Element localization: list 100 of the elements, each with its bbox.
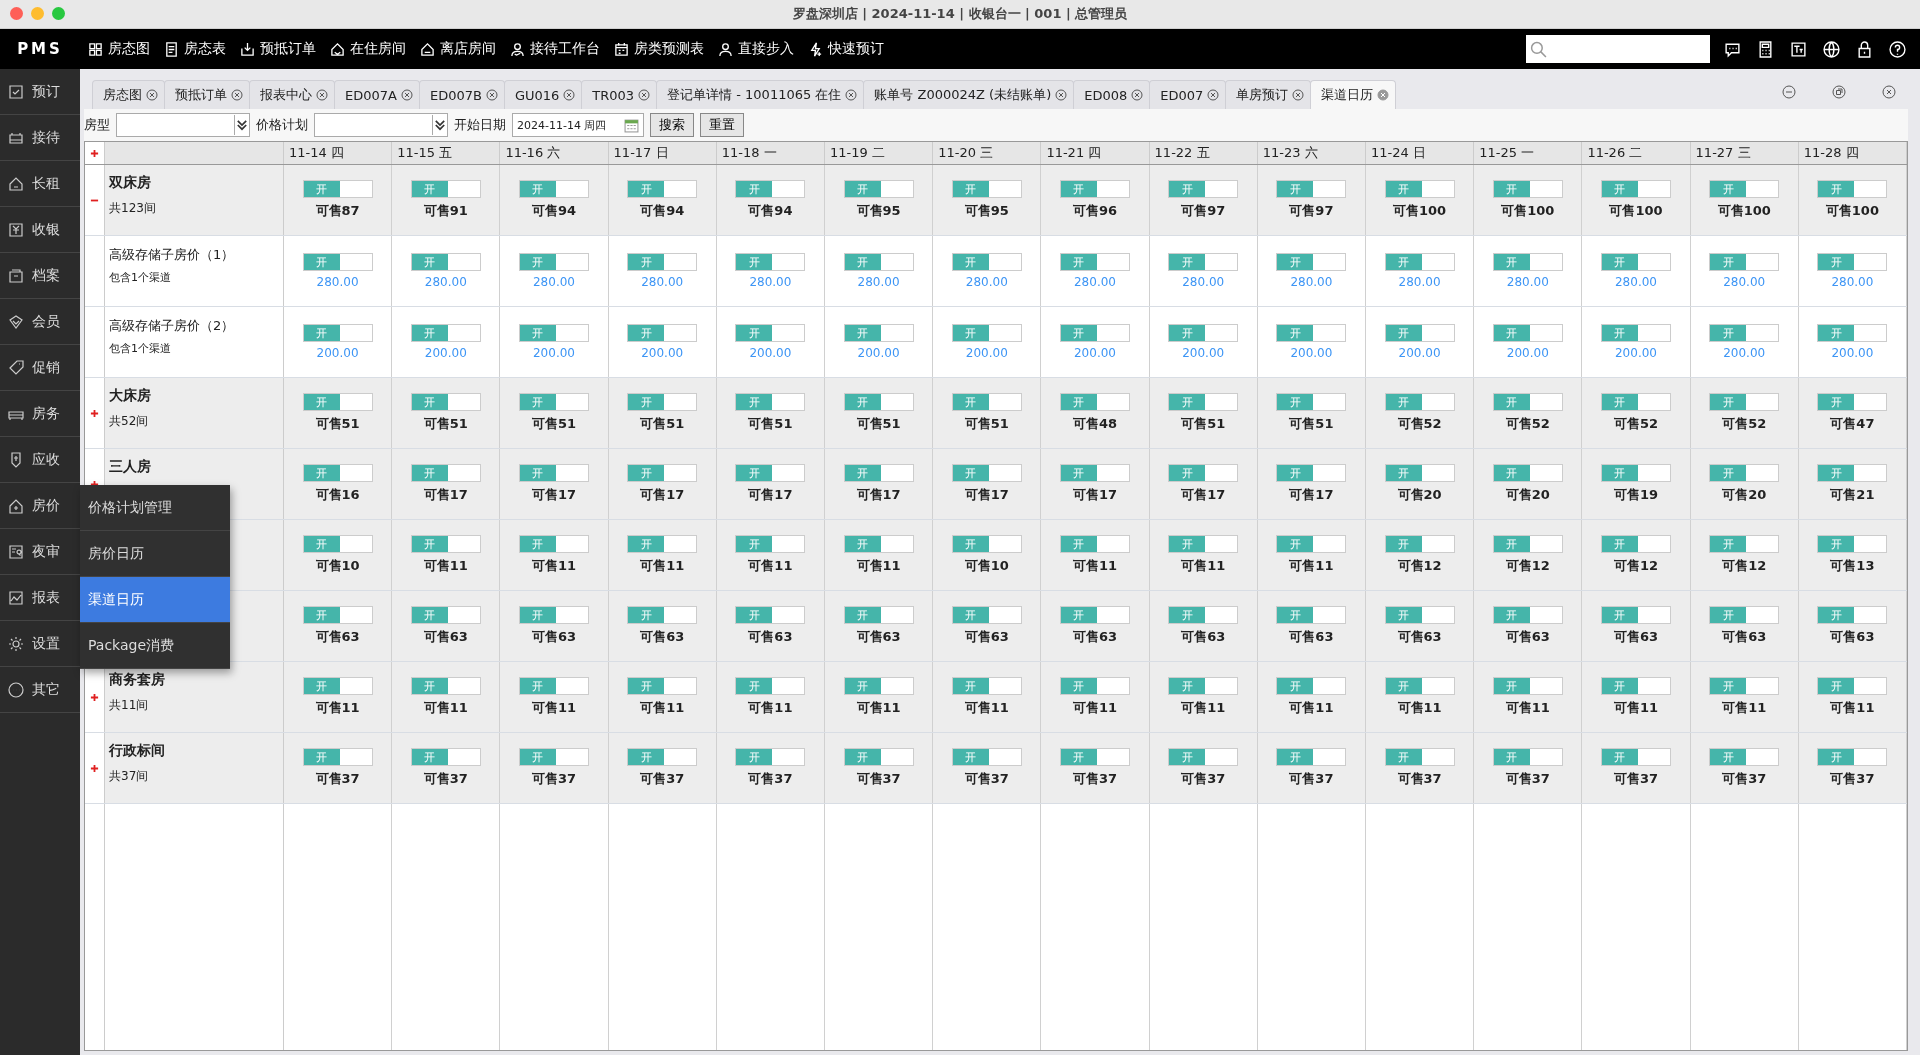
toggle-switch[interactable]: 开 <box>951 464 1022 482</box>
nav-link[interactable]: 预抵订单 <box>240 40 316 58</box>
toggle-switch[interactable]: 开 <box>1276 677 1347 695</box>
toggle-switch[interactable]: 开 <box>410 677 481 695</box>
tab[interactable]: ED007B <box>418 80 505 109</box>
toggle-switch[interactable]: 开 <box>1492 180 1563 198</box>
toggle-switch[interactable]: 开 <box>843 180 914 198</box>
toggle-switch[interactable]: 开 <box>519 180 589 198</box>
toggle-switch[interactable]: 开 <box>1060 606 1130 624</box>
toggle-switch[interactable]: 开 <box>1384 748 1455 766</box>
toggle-switch[interactable]: 开 <box>1601 464 1671 482</box>
toggle-switch[interactable]: 开 <box>735 393 806 411</box>
toggle-switch[interactable]: 开 <box>1492 464 1563 482</box>
toggle-switch[interactable]: 开 <box>1168 253 1239 271</box>
toggle-switch[interactable]: 开 <box>843 606 914 624</box>
toggle-switch[interactable]: 开 <box>1817 535 1888 553</box>
close-icon[interactable] <box>1207 89 1220 101</box>
close-icon[interactable] <box>1292 89 1305 101</box>
toggle-switch[interactable]: 开 <box>1384 606 1455 624</box>
toggle-switch[interactable]: 开 <box>1817 253 1888 271</box>
reset-button[interactable]: 重置 <box>700 113 744 137</box>
toggle-switch[interactable]: 开 <box>1384 535 1455 553</box>
toggle-switch[interactable]: 开 <box>1276 393 1347 411</box>
toggle-switch[interactable]: 开 <box>1709 677 1780 695</box>
toggle-switch[interactable]: 开 <box>1276 535 1347 553</box>
search-button[interactable]: 搜索 <box>650 113 694 137</box>
toggle-switch[interactable]: 开 <box>1276 253 1347 271</box>
tab[interactable]: 单房预订 <box>1225 80 1312 109</box>
nav-link[interactable]: 接待工作台 <box>510 40 600 58</box>
toggle-switch[interactable]: 开 <box>519 535 589 553</box>
toggle-switch[interactable]: 开 <box>1709 324 1780 342</box>
toggle-switch[interactable]: 开 <box>1492 535 1563 553</box>
toggle-switch[interactable]: 开 <box>1168 324 1239 342</box>
toggle-switch[interactable]: 开 <box>519 464 589 482</box>
toggle-switch[interactable]: 开 <box>1168 748 1239 766</box>
toggle-switch[interactable]: 开 <box>1384 464 1455 482</box>
nav-link[interactable]: 快速预订 <box>808 40 884 58</box>
toggle-switch[interactable]: 开 <box>1492 393 1563 411</box>
toggle-switch[interactable]: 开 <box>735 464 806 482</box>
text-size-icon[interactable] <box>1790 40 1807 58</box>
toggle-switch[interactable]: 开 <box>1168 464 1239 482</box>
toggle-switch[interactable]: 开 <box>1384 324 1455 342</box>
search-field[interactable] <box>1526 35 1710 63</box>
toggle-switch[interactable]: 开 <box>410 535 481 553</box>
close-icon[interactable] <box>638 89 651 101</box>
toggle-switch[interactable]: 开 <box>1276 324 1347 342</box>
date-field[interactable]: 2024-11-14 周四 <box>512 113 644 137</box>
toggle-switch[interactable]: 开 <box>302 677 373 695</box>
toggle-switch[interactable]: 开 <box>410 393 481 411</box>
toggle-switch[interactable]: 开 <box>1709 393 1780 411</box>
toggle-switch[interactable]: 开 <box>410 748 481 766</box>
toggle-switch[interactable]: 开 <box>1709 535 1780 553</box>
tab[interactable]: TR003 <box>581 80 658 109</box>
tab[interactable]: 登记单详情 - 10011065 在住 <box>656 80 865 109</box>
toggle-switch[interactable]: 开 <box>735 677 806 695</box>
toggle-switch[interactable]: 开 <box>1817 606 1888 624</box>
toggle-switch[interactable]: 开 <box>519 393 589 411</box>
toggle-switch[interactable]: 开 <box>1060 677 1130 695</box>
toggle-switch[interactable]: 开 <box>1601 253 1671 271</box>
nav-link[interactable]: 在住房间 <box>330 40 406 58</box>
toggle-switch[interactable]: 开 <box>1601 677 1671 695</box>
close-icon[interactable] <box>1055 89 1068 101</box>
toggle-switch[interactable]: 开 <box>1601 180 1671 198</box>
tab[interactable]: 渠道日历 <box>1310 80 1397 109</box>
tab[interactable]: GU016 <box>503 80 583 109</box>
toggle-switch[interactable]: 开 <box>302 253 373 271</box>
toggle-switch[interactable]: 开 <box>627 180 698 198</box>
close-icon[interactable] <box>485 89 498 101</box>
toggle-switch[interactable]: 开 <box>1168 606 1239 624</box>
lock-icon[interactable] <box>1856 40 1873 58</box>
toggle-switch[interactable]: 开 <box>1168 393 1239 411</box>
toggle-switch[interactable]: 开 <box>1709 253 1780 271</box>
toggle-switch[interactable]: 开 <box>627 253 698 271</box>
toggle-switch[interactable]: 开 <box>1060 535 1130 553</box>
toggle-switch[interactable]: 开 <box>1601 393 1671 411</box>
toggle-switch[interactable]: 开 <box>302 324 373 342</box>
toggle-switch[interactable]: 开 <box>735 324 806 342</box>
toggle-switch[interactable]: 开 <box>843 464 914 482</box>
close-icon[interactable] <box>400 89 413 101</box>
calculator-icon[interactable] <box>1757 40 1774 58</box>
toggle-switch[interactable]: 开 <box>302 464 373 482</box>
toggle-switch[interactable]: 开 <box>627 464 698 482</box>
tab[interactable]: ED008 <box>1073 80 1151 109</box>
toggle-switch[interactable]: 开 <box>627 606 698 624</box>
close-icon[interactable] <box>1882 85 1896 99</box>
toggle-switch[interactable]: 开 <box>627 324 698 342</box>
toggle-switch[interactable]: 开 <box>951 253 1022 271</box>
toggle-switch[interactable]: 开 <box>1168 535 1239 553</box>
toggle-switch[interactable]: 开 <box>951 748 1022 766</box>
tab[interactable]: 房态图 <box>92 80 165 109</box>
close-icon[interactable] <box>563 89 576 101</box>
toggle-switch[interactable]: 开 <box>1168 677 1239 695</box>
toggle-switch[interactable]: 开 <box>1060 253 1130 271</box>
nav-link[interactable]: 房态图 <box>88 40 150 58</box>
toggle-switch[interactable]: 开 <box>519 606 589 624</box>
close-icon[interactable] <box>1131 89 1144 101</box>
toggle-switch[interactable]: 开 <box>302 748 373 766</box>
toggle-switch[interactable]: 开 <box>951 393 1022 411</box>
toggle-switch[interactable]: 开 <box>627 677 698 695</box>
toggle-switch[interactable]: 开 <box>1276 464 1347 482</box>
